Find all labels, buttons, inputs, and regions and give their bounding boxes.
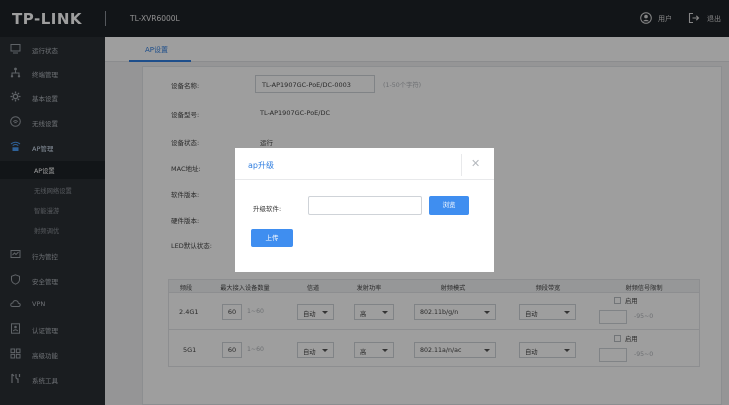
close-icon[interactable]: ✕ — [471, 157, 480, 170]
ap-upgrade-dialog: ap升级 ✕ 升级软件: 浏览 上传 — [235, 148, 494, 272]
upgrade-file-input[interactable] — [308, 196, 422, 215]
dialog-title-divider — [461, 154, 462, 176]
dialog-title: ap升级 — [248, 161, 274, 170]
browse-button[interactable]: 浏览 — [429, 196, 469, 215]
upload-button[interactable]: 上传 — [251, 229, 293, 247]
dialog-header-divider — [235, 179, 494, 180]
upgrade-file-label: 升级软件: — [253, 205, 282, 213]
